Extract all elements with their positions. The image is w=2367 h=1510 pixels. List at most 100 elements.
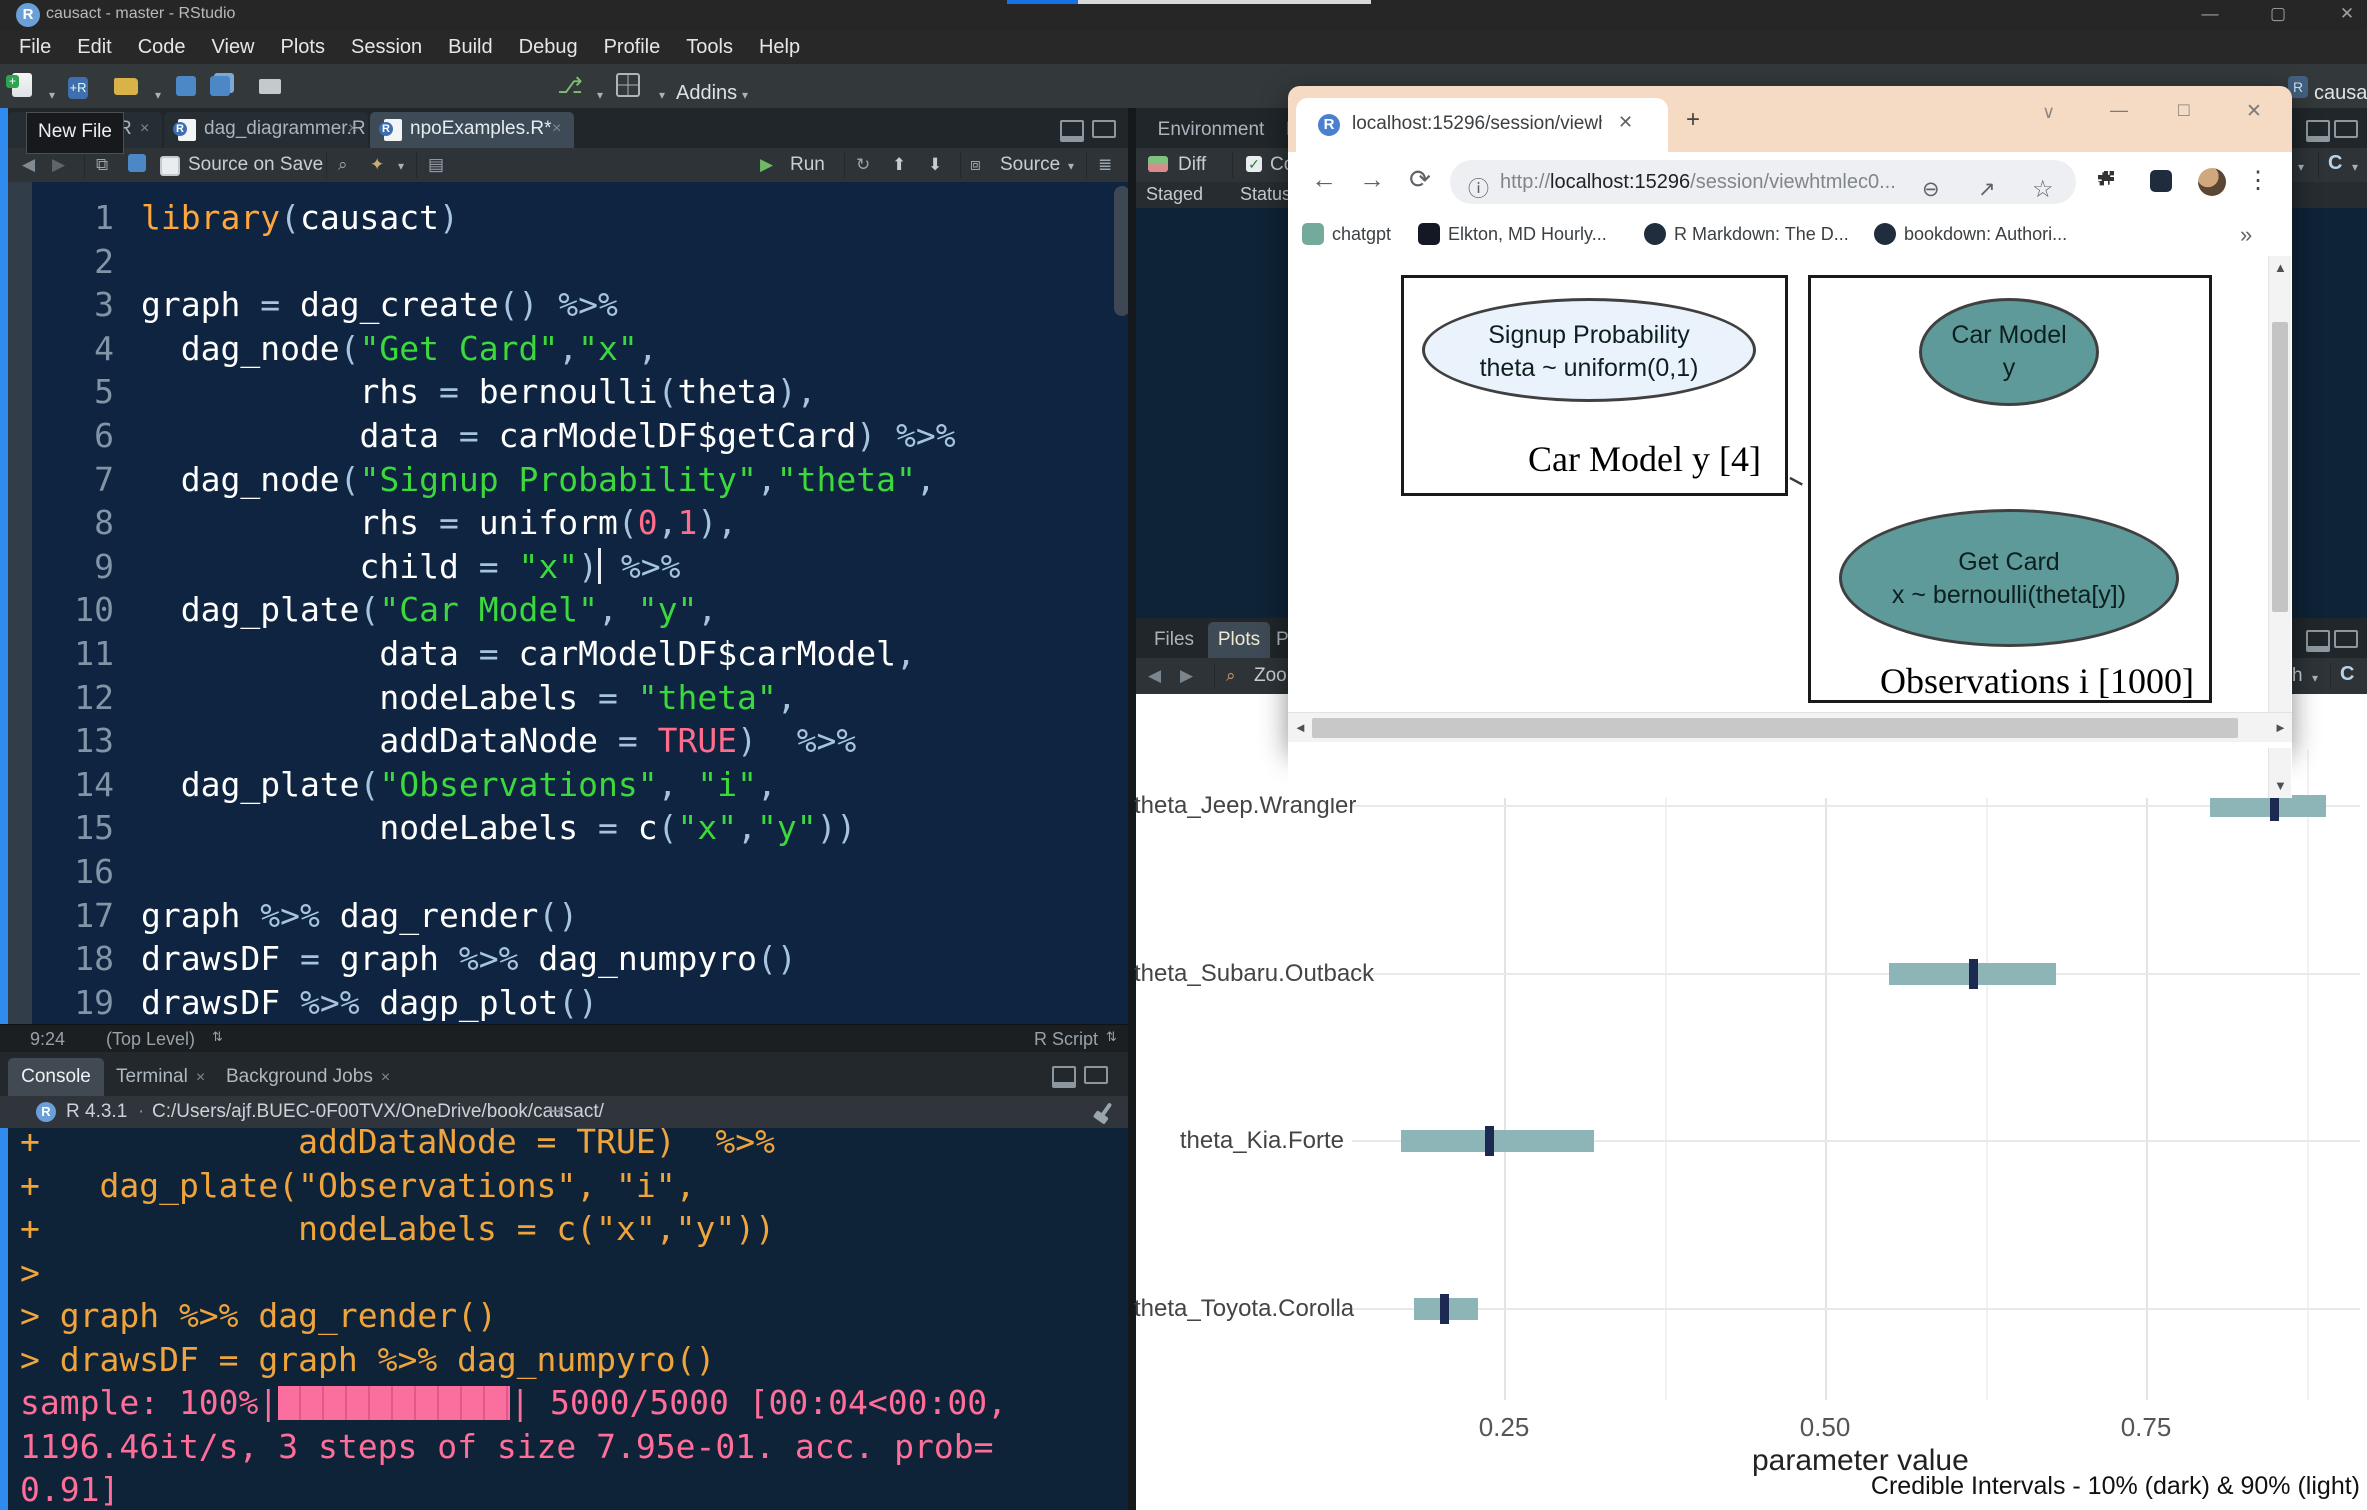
- next-plot-icon[interactable]: ▶: [1180, 666, 1193, 686]
- horizontal-scrollbar[interactable]: ◄ ►: [1288, 712, 2292, 743]
- profile-avatar[interactable]: [2198, 168, 2226, 196]
- menu-file[interactable]: File: [6, 36, 64, 59]
- rerun-icon[interactable]: ↻: [856, 155, 870, 175]
- source-on-save-checkbox[interactable]: [160, 156, 180, 176]
- menu-debug[interactable]: Debug: [506, 36, 591, 59]
- tab-close-icon[interactable]: ✕: [1618, 112, 1633, 133]
- menu-edit[interactable]: Edit: [64, 36, 124, 59]
- browser-close-icon[interactable]: ✕: [2246, 100, 2262, 123]
- tab-plots[interactable]: Plots: [1208, 622, 1270, 658]
- tab-npoexamples[interactable]: R npoExamples.R* ×: [370, 112, 574, 148]
- maximize-pane-icon[interactable]: [2334, 120, 2358, 138]
- scrollbar-thumb[interactable]: [2272, 322, 2288, 612]
- run-icon[interactable]: ▶: [760, 155, 773, 175]
- popout-icon[interactable]: ⧉: [96, 155, 108, 175]
- tab-terminal[interactable]: Terminal×: [116, 1058, 204, 1096]
- new-project-icon[interactable]: +R: [64, 73, 92, 99]
- menu-tools[interactable]: Tools: [673, 36, 746, 59]
- nav-back-icon[interactable]: ◀: [22, 155, 35, 175]
- publish-dropdown-icon[interactable]: ▾: [2312, 671, 2318, 685]
- share-icon[interactable]: ↗: [1978, 168, 1996, 212]
- browser-minimize-icon[interactable]: —: [2110, 100, 2128, 121]
- tab-environment[interactable]: Environment: [1146, 112, 1276, 148]
- run-button[interactable]: Run: [790, 154, 825, 176]
- refresh-dropdown-icon[interactable]: ▾: [2352, 160, 2358, 174]
- scroll-down-icon[interactable]: ▼: [2274, 778, 2287, 793]
- tab-console[interactable]: Console: [8, 1058, 104, 1096]
- tab-close-icon[interactable]: ×: [348, 120, 357, 138]
- maximize-pane-icon[interactable]: [1092, 120, 1116, 138]
- tab-dag-diagrammer[interactable]: R dag_diagrammer.R ×: [164, 112, 368, 148]
- scope-indicator[interactable]: (Top Level): [106, 1029, 195, 1050]
- goto-directory-icon[interactable]: ↪: [548, 1096, 564, 1128]
- menu-view[interactable]: View: [199, 36, 268, 59]
- minimize-pane-icon[interactable]: [2306, 630, 2330, 652]
- tab-search-icon[interactable]: ∨: [2042, 102, 2055, 123]
- source-dropdown-icon[interactable]: ▾: [1068, 159, 1074, 173]
- minimize-pane-icon[interactable]: [2306, 120, 2330, 142]
- forward-icon[interactable]: →: [1354, 164, 1390, 195]
- tab-close-icon[interactable]: ×: [381, 1069, 390, 1086]
- panes-dropdown-icon[interactable]: ▾: [648, 82, 676, 108]
- browser-menu-dots-icon[interactable]: ⋮: [2246, 166, 2270, 195]
- print-icon[interactable]: [256, 73, 284, 99]
- back-icon[interactable]: ←: [1306, 164, 1342, 195]
- minimize-icon[interactable]: —: [2195, 4, 2225, 24]
- open-file-icon[interactable]: [112, 73, 140, 99]
- reload-icon[interactable]: ⟳: [1402, 164, 1438, 195]
- open-file-dropdown-icon[interactable]: ▾: [144, 82, 172, 108]
- find-replace-icon[interactable]: ⌕: [338, 155, 348, 175]
- minimize-pane-icon[interactable]: [1060, 120, 1084, 142]
- menu-plots[interactable]: Plots: [268, 36, 338, 59]
- browser-tab[interactable]: R localhost:15296/session/viewhtm ✕: [1296, 98, 1668, 152]
- nav-forward-icon[interactable]: ▶: [52, 155, 65, 175]
- side-panel-icon[interactable]: [2150, 170, 2172, 192]
- addins-button[interactable]: Addins: [676, 82, 737, 105]
- bookmarks-overflow-icon[interactable]: »: [2240, 222, 2252, 248]
- pull-dropdown-icon[interactable]: ▾: [2298, 160, 2304, 174]
- compile-report-icon[interactable]: ▤: [428, 155, 444, 175]
- menu-code[interactable]: Code: [125, 36, 199, 59]
- clear-console-icon[interactable]: [1100, 1102, 1112, 1117]
- bookmark-item[interactable]: Elkton, MD Hourly...: [1418, 220, 1607, 248]
- scrollbar-thumb[interactable]: [1312, 718, 2238, 738]
- zoom-out-icon[interactable]: ⊖: [1922, 168, 1940, 212]
- save-all-icon[interactable]: [206, 73, 234, 99]
- previous-plot-icon[interactable]: ◀: [1148, 666, 1161, 686]
- version-control-icon[interactable]: ⎇: [556, 73, 584, 99]
- extensions-puzzle-icon[interactable]: [2094, 168, 2118, 192]
- tab-close-icon[interactable]: ×: [552, 120, 561, 138]
- bookmark-item[interactable]: R Markdown: The D...: [1644, 220, 1849, 248]
- menu-help[interactable]: Help: [746, 36, 813, 59]
- zoom-plot-button[interactable]: Zoo: [1254, 665, 1287, 687]
- scroll-right-icon[interactable]: ►: [2274, 720, 2287, 735]
- console-output[interactable]: + addDataNode = TRUE) %>%+ dag_plate("Ob…: [8, 1128, 1128, 1510]
- new-file-dropdown-icon[interactable]: ▾: [38, 82, 66, 108]
- menu-profile[interactable]: Profile: [591, 36, 674, 59]
- project-selector[interactable]: causact: [2314, 82, 2367, 105]
- addins-dropdown-icon[interactable]: ▾: [742, 88, 748, 102]
- new-file-icon[interactable]: +: [8, 73, 36, 99]
- maximize-pane-icon[interactable]: [2334, 630, 2358, 648]
- file-type-indicator[interactable]: R Script: [1034, 1029, 1098, 1050]
- maximize-icon[interactable]: ▢: [2263, 4, 2293, 24]
- address-bar[interactable]: ⓘ http://localhost:15296/session/viewhtm…: [1450, 160, 2076, 204]
- zoom-plot-icon[interactable]: ⌕: [1226, 666, 1236, 686]
- refresh-icon[interactable]: C: [2328, 152, 2342, 175]
- close-icon[interactable]: ✕: [2332, 4, 2362, 24]
- menu-build[interactable]: Build: [435, 36, 505, 59]
- bookmark-item[interactable]: chatgpt: [1302, 220, 1391, 248]
- scroll-left-icon[interactable]: ◄: [1294, 720, 1307, 735]
- site-info-icon[interactable]: ⓘ: [1468, 168, 1489, 212]
- scroll-up-icon[interactable]: ▲: [2274, 260, 2287, 275]
- tab-close-icon[interactable]: ×: [196, 1069, 205, 1086]
- source-icon[interactable]: ⧈: [970, 155, 981, 175]
- tab-close-icon[interactable]: ×: [140, 120, 149, 138]
- diff-button[interactable]: Diff: [1178, 154, 1206, 176]
- publish-button-fragment[interactable]: h: [2292, 665, 2303, 687]
- tab-files[interactable]: Files: [1146, 622, 1202, 658]
- save-icon[interactable]: [172, 73, 200, 99]
- version-control-dropdown-icon[interactable]: ▾: [586, 82, 614, 108]
- maximize-pane-icon[interactable]: [1084, 1066, 1108, 1084]
- run-previous-icon[interactable]: ⬆: [892, 155, 906, 175]
